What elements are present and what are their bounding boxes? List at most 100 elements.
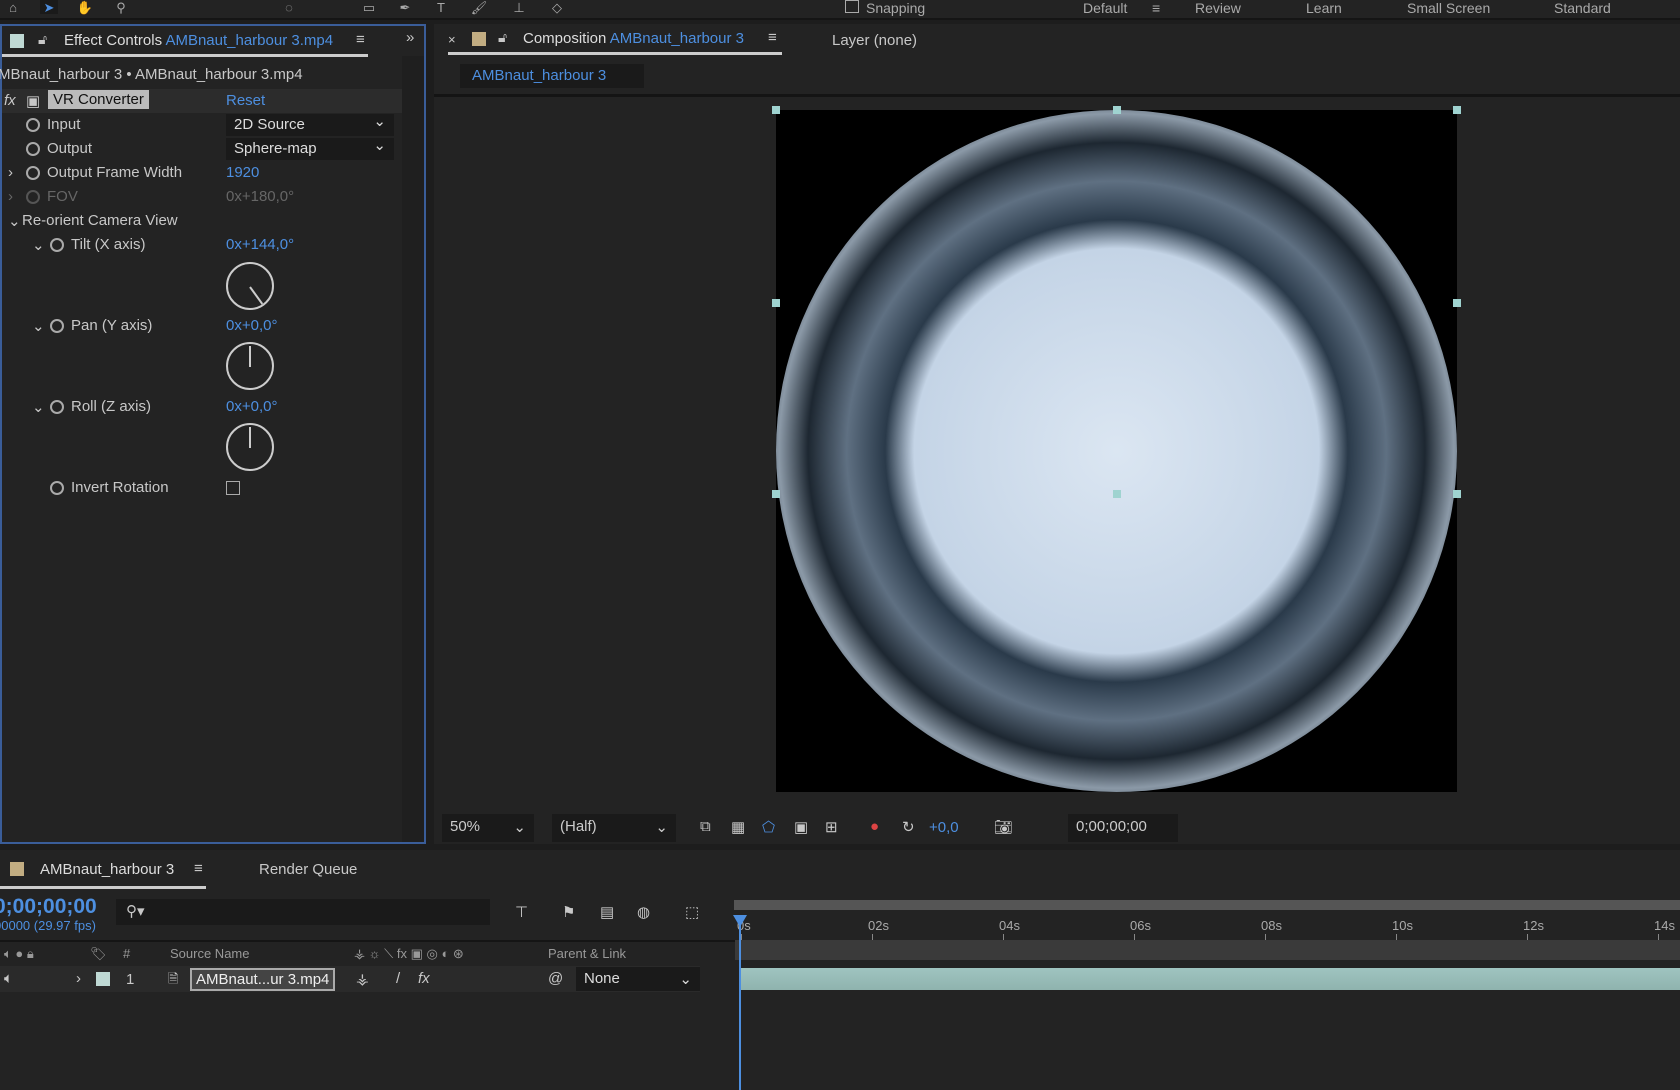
work-area-bar[interactable] <box>734 900 1680 910</box>
transform-handle[interactable] <box>772 106 780 114</box>
pan-value[interactable]: 0x+0,0° <box>226 317 277 334</box>
home-icon[interactable]: ⌂ <box>4 0 22 15</box>
fast-previews-icon[interactable]: ⧉ <box>700 818 711 835</box>
composition-flowchart-icon[interactable]: ⊤ <box>515 903 528 921</box>
workspace-review[interactable]: Review <box>1195 0 1241 16</box>
tab-layer[interactable]: Layer (none) <box>832 32 917 49</box>
tab-effect-controls[interactable]: Effect Controls AMBnaut_harbour 3.mp4 <box>64 32 333 49</box>
motion-blur-icon[interactable]: ◍ <box>637 903 650 921</box>
exposure-value[interactable]: +0,0 <box>929 819 959 836</box>
transform-handle[interactable] <box>1113 106 1121 114</box>
lock-icon[interactable]: 🔓︎ <box>498 29 507 46</box>
comp-timecode[interactable]: 0;00;00;00 <box>1068 814 1178 842</box>
stopwatch-icon[interactable] <box>26 166 40 180</box>
effect-name[interactable]: VR Converter <box>48 90 149 109</box>
brush-tool-icon[interactable]: 🖌 <box>470 0 488 15</box>
roll-dial[interactable] <box>226 423 274 471</box>
reset-button[interactable]: Reset <box>226 92 265 109</box>
panel-menu-icon[interactable]: ≡ <box>194 860 203 877</box>
zoom-dropdown[interactable]: 50% ⌄ <box>442 814 534 842</box>
transparency-grid-icon[interactable]: ▦ <box>731 818 745 836</box>
header-source-name[interactable]: Source Name <box>170 946 249 961</box>
color-channels-icon[interactable]: ● <box>870 818 879 835</box>
stopwatch-icon[interactable] <box>50 481 64 495</box>
workspace-default[interactable]: Default <box>1083 0 1127 16</box>
reset-exposure-icon[interactable]: ↻ <box>902 818 915 836</box>
stopwatch-icon[interactable] <box>26 118 40 132</box>
anchor-point[interactable] <box>1113 490 1121 498</box>
tilt-dial[interactable] <box>226 262 274 310</box>
snapshot-camera-icon[interactable]: 📷︎ <box>994 818 1013 836</box>
tilt-value[interactable]: 0x+144,0° <box>226 236 294 253</box>
layer-label-color[interactable] <box>96 972 110 986</box>
transform-handle[interactable] <box>772 490 780 498</box>
transform-handle[interactable] <box>1453 106 1461 114</box>
workspace-small-screen[interactable]: Small Screen <box>1407 0 1490 16</box>
tab-timeline[interactable]: AMBnaut_harbour 3 <box>40 861 174 878</box>
pick-whip-icon[interactable]: @ <box>548 970 563 987</box>
collapse-switch-icon[interactable]: ⚶ <box>356 970 369 988</box>
graph-editor-icon[interactable]: ⬚ <box>685 903 699 921</box>
frame-blending-icon[interactable]: ▤ <box>600 903 614 921</box>
quality-switch-icon[interactable]: / <box>396 970 400 987</box>
current-timecode[interactable]: 0;00;00;00 <box>0 895 97 919</box>
shy-layers-icon[interactable]: ⚑ <box>562 903 575 921</box>
scrollbar[interactable] <box>402 56 424 842</box>
layer-row[interactable]: 🔈︎ › 1 🗎 AMBnaut...ur 3.mp4 ⚶ / fx @ Non… <box>0 966 700 992</box>
fx-switch-icon[interactable]: fx <box>418 970 430 987</box>
stopwatch-icon[interactable] <box>50 319 64 333</box>
layer-search-input[interactable]: ⚲▾ <box>116 899 490 925</box>
workspace-menu-icon[interactable]: ≡ <box>1152 0 1160 16</box>
collapse-chevron-icon[interactable]: ⌄ <box>32 398 45 416</box>
expand-chevron-icon[interactable]: › <box>8 164 13 181</box>
rotate-tool-icon[interactable]: ◌ <box>280 0 298 15</box>
roll-value[interactable]: 0x+0,0° <box>226 398 277 415</box>
transform-handle[interactable] <box>1453 299 1461 307</box>
lock-icon[interactable]: 🔓︎ <box>38 31 47 48</box>
parent-dropdown[interactable]: None ⌄ <box>576 967 700 991</box>
current-time-indicator[interactable] <box>739 915 741 1090</box>
zoom-tool-icon[interactable]: ⚲ <box>112 0 130 15</box>
composition-viewer[interactable] <box>776 110 1457 792</box>
frame-width-value[interactable]: 1920 <box>226 164 259 181</box>
eraser-tool-icon[interactable]: ◇ <box>548 0 566 15</box>
panel-menu-icon[interactable]: ≡ <box>768 29 777 46</box>
close-icon[interactable]: × <box>448 32 456 47</box>
time-navigator[interactable] <box>735 940 1680 960</box>
type-tool-icon[interactable]: T <box>432 0 450 15</box>
hand-tool-icon[interactable]: ✋ <box>76 0 94 15</box>
collapse-chevron-icon[interactable]: ⌄ <box>32 317 45 335</box>
stopwatch-icon[interactable] <box>50 400 64 414</box>
resolution-dropdown[interactable]: (Half) ⌄ <box>552 814 676 842</box>
workspace-standard[interactable]: Standard <box>1554 0 1611 16</box>
playhead-handle[interactable] <box>733 915 747 927</box>
collapse-chevron-icon[interactable]: ⌄ <box>32 236 45 254</box>
output-dropdown[interactable]: Sphere-map <box>226 136 394 160</box>
tab-render-queue[interactable]: Render Queue <box>259 861 357 878</box>
snapping-checkbox[interactable] <box>845 0 859 13</box>
mask-visibility-icon[interactable]: ⬠ <box>762 818 775 836</box>
stamp-tool-icon[interactable]: ⊥ <box>510 0 528 15</box>
input-dropdown[interactable]: 2D Source <box>226 112 394 136</box>
transform-handle[interactable] <box>1453 490 1461 498</box>
audio-toggle-icon[interactable]: 🔈︎ <box>4 970 13 987</box>
layer-name[interactable]: AMBnaut...ur 3.mp4 <box>190 968 336 991</box>
panel-menu-icon[interactable]: ≡ <box>356 31 365 48</box>
expand-layer-chevron-icon[interactable]: › <box>76 970 81 987</box>
stopwatch-icon[interactable] <box>26 142 40 156</box>
tab-composition[interactable]: Composition AMBnaut_harbour 3 <box>523 30 744 47</box>
pan-dial[interactable] <box>226 342 274 390</box>
invert-checkbox[interactable] <box>226 481 240 495</box>
fx-icon[interactable]: fx <box>4 92 16 109</box>
guides-icon[interactable]: ⊞ <box>825 818 838 836</box>
pen-tool-icon[interactable]: ✒ <box>396 0 414 15</box>
transform-handle[interactable] <box>772 299 780 307</box>
expand-chevron-icon[interactable]: › <box>8 188 13 205</box>
comp-subtab[interactable]: AMBnaut_harbour 3 <box>460 64 644 88</box>
selection-tool-icon[interactable]: ➤ <box>40 0 58 15</box>
stopwatch-icon[interactable] <box>50 238 64 252</box>
collapse-chevron-icon[interactable]: ⌄ <box>8 212 21 230</box>
layer-duration-bar[interactable] <box>740 968 1680 990</box>
rectangle-tool-icon[interactable]: ▭ <box>360 0 378 15</box>
expand-panels-icon[interactable]: » <box>406 29 414 46</box>
